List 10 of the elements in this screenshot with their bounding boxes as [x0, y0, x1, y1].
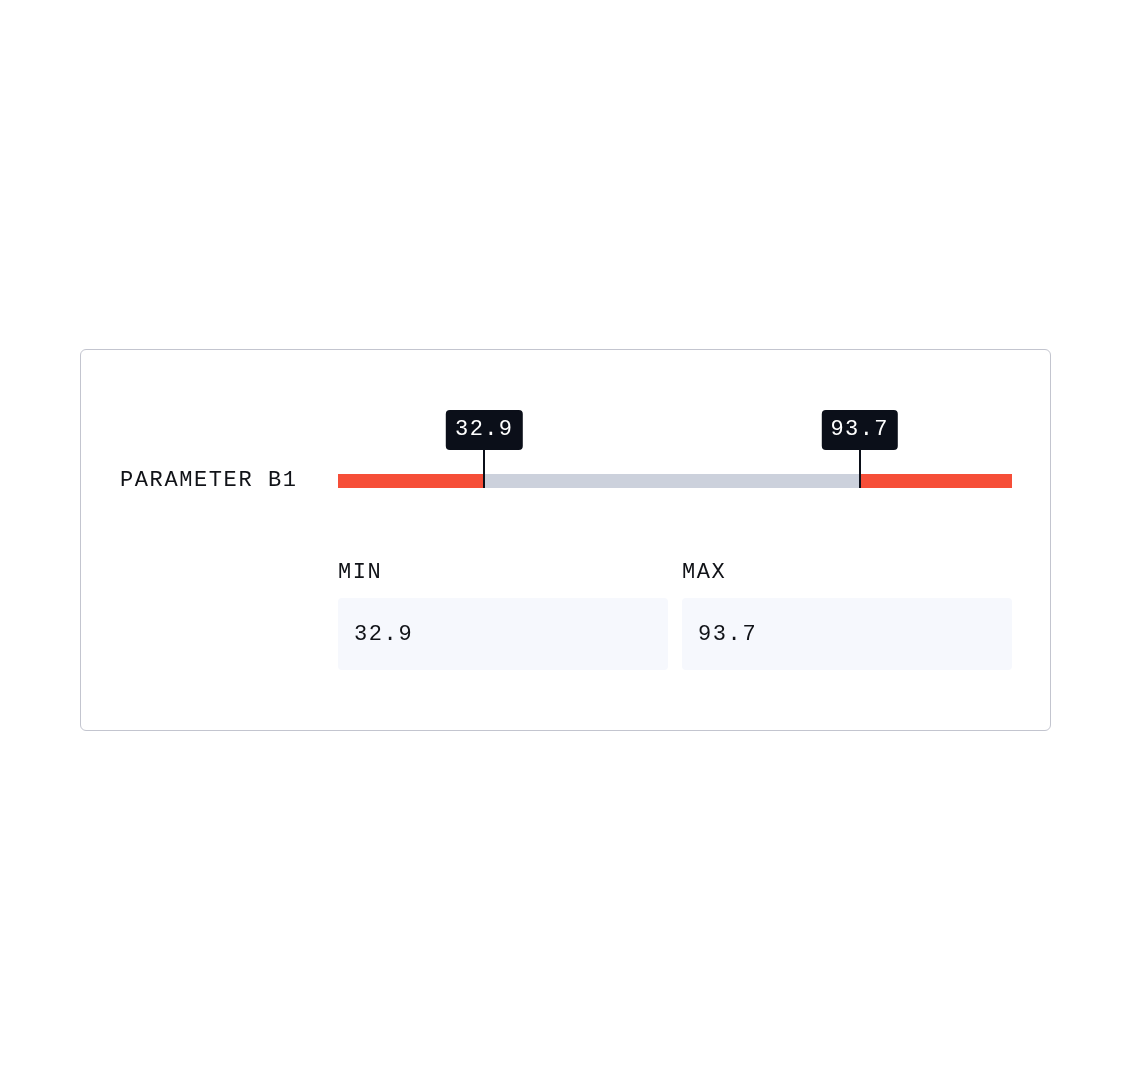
value-tooltip: 32.9 — [446, 410, 523, 450]
slider-track[interactable] — [338, 474, 1012, 488]
parameter-label: PARAMETER B1 — [120, 468, 299, 494]
value-tooltip: 93.7 — [821, 410, 898, 450]
field-label: MIN — [338, 560, 383, 586]
range-handle[interactable] — [483, 450, 486, 488]
input-field[interactable]: 93.7 — [682, 598, 1012, 670]
field-label: MAX — [682, 560, 727, 586]
range-handle[interactable] — [858, 450, 861, 488]
input-field[interactable]: 32.9 — [338, 598, 668, 670]
